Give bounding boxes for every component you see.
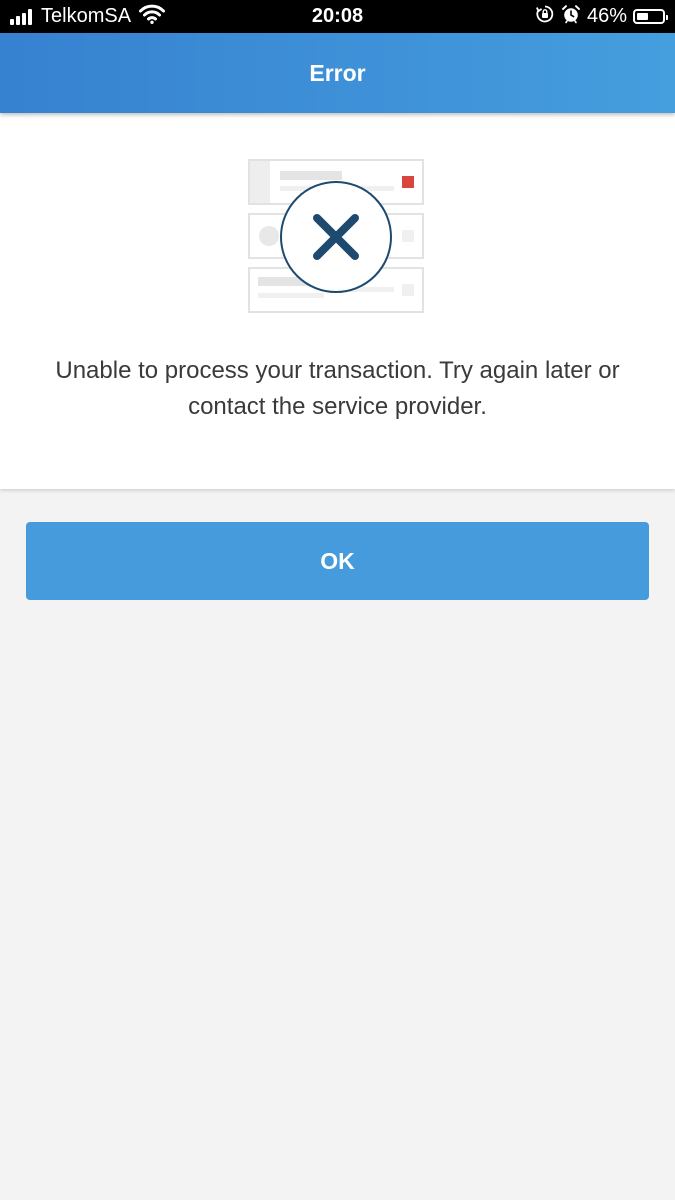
page-title: Error xyxy=(309,60,366,86)
alarm-icon xyxy=(561,4,581,29)
battery-icon xyxy=(633,9,668,24)
error-x-icon xyxy=(248,159,424,313)
battery-percentage: 46% xyxy=(586,5,627,27)
error-message: Unable to process your transaction. Try … xyxy=(55,357,620,420)
app-header: Error xyxy=(0,33,675,113)
ok-button[interactable]: OK xyxy=(26,522,649,600)
orientation-lock-icon xyxy=(535,4,555,29)
status-bar: TelkomSA 20:08 46% xyxy=(0,0,675,33)
battery-level-fill xyxy=(637,13,648,20)
battery-tip xyxy=(666,15,668,20)
status-right: 46% xyxy=(535,0,668,33)
error-card: Unable to process your transaction. Try … xyxy=(0,113,675,489)
